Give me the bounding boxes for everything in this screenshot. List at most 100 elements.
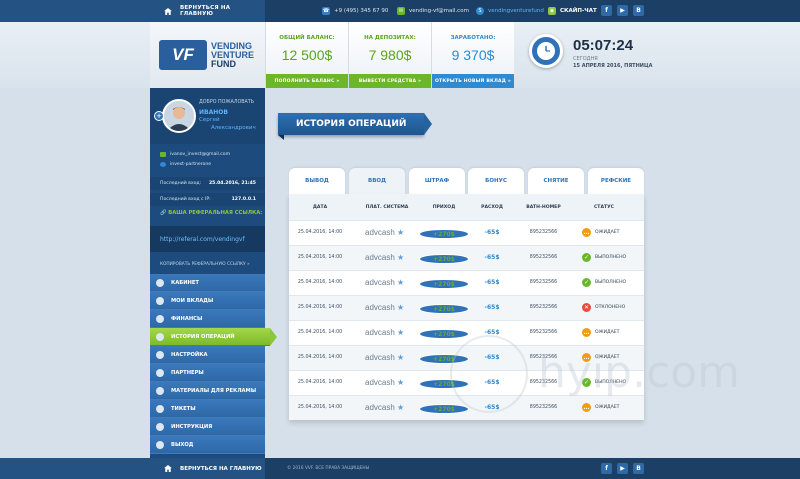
megaphone-icon (156, 387, 164, 395)
vk-icon[interactable]: B (633, 463, 644, 474)
watermark-logo (450, 335, 528, 413)
payment-system-name: advcash (365, 378, 395, 387)
youtube-icon[interactable]: ▶ (617, 5, 628, 16)
cell-expense: -65$ (484, 229, 500, 236)
sidebar-item-promo[interactable]: МАТЕРИАЛЫ ДЛЯ РЕКЛАМЫ (150, 382, 265, 400)
star-icon: ★ (397, 378, 405, 387)
wallet-icon (156, 315, 164, 323)
sidebar-item-deposits[interactable]: МОИ ВКЛАДЫ (150, 292, 265, 310)
facebook-icon[interactable]: f (601, 463, 612, 474)
logo[interactable]: VF VENDING VENTURE FUND (150, 22, 265, 88)
user-icon (156, 279, 164, 287)
payment-system-name: advcash (365, 228, 395, 237)
partners-icon (156, 369, 164, 377)
clock-time: 05:07:24 (573, 37, 634, 54)
payment-system-name: advcash (365, 253, 395, 262)
top-bar: ВЕРНУТЬСЯ НА ГЛАВНУЮ ☎ +9 (495) 345 67 9… (0, 0, 800, 22)
welcome-text: ДОБРО ПОЖАЛОВАТЬ (199, 100, 255, 105)
sidebar-item-label: КАБИНЕТ (171, 279, 199, 286)
payment-system-name: advcash (365, 353, 395, 362)
phone-icon: ☎ (322, 7, 330, 15)
withdraw-button[interactable]: ВЫВЕСТИ СРЕДСТВА » (349, 74, 431, 88)
cell-batch: 895232566 (529, 280, 558, 285)
home-icon (164, 465, 172, 472)
cell-income: +270$ (419, 254, 469, 264)
watermark: hyip.com (450, 335, 750, 415)
email-contact[interactable]: ✉ vending-vf@mail.com (397, 0, 469, 22)
referral-link[interactable]: http://referal.com/vendingvf (150, 226, 265, 252)
new-deposit-button[interactable]: ОТКРЫТЬ НОВЫЙ ВКЛАД » (432, 74, 514, 88)
tab-withdraw[interactable]: ВЫВОД (289, 168, 345, 194)
cell-expense: -65$ (484, 254, 500, 261)
facebook-icon[interactable]: f (601, 5, 612, 16)
payment-system-name: advcash (365, 328, 395, 337)
clock-date: 15 АПРЕЛЯ 2016, ПЯТНИЦА (573, 63, 653, 69)
avatar[interactable] (162, 99, 196, 133)
book-icon (156, 423, 164, 431)
status-done-icon: ✓ (582, 253, 591, 262)
column-header: BATH-НОМЕР (526, 205, 561, 210)
column-header: ПРИХОД (432, 205, 456, 210)
referral-title-text: ВАША РЕФЕРАЛЬНАЯ ССЫЛКА: (168, 210, 263, 216)
tab-bonus[interactable]: БОНУС (468, 168, 524, 194)
footer-home-link[interactable]: ВЕРНУТЬСЯ НА ГЛАВНУЮ (0, 458, 265, 479)
skype-contact[interactable]: S vendingventurefund (476, 0, 544, 22)
table-row: 25.04.2016, 14:00 advcash ★ +270$ -65$ 89523… (289, 295, 644, 320)
profile-skype-text: invest-partnerone (170, 162, 212, 167)
status-badge: ✓ ВЫПОЛНЕНО (582, 278, 626, 287)
vk-icon[interactable]: B (633, 5, 644, 16)
status-text: ВЫПОЛНЕНО (595, 255, 627, 260)
sidebar-item-logout[interactable]: ВЫХОД (150, 436, 265, 454)
sidebar-item-history[interactable]: ИСТОРИЯ ОПЕРАЦИЙ (150, 328, 277, 346)
cell-income: +270$ (419, 229, 469, 239)
status-done-icon: ✓ (582, 278, 591, 287)
profile-skype: invest-partnerone (160, 162, 211, 167)
logout-icon (156, 441, 164, 449)
last-login-value: 25.04.2016, 21:45 (208, 181, 256, 186)
sidebar-item-cabinet[interactable]: КАБИНЕТ (150, 274, 265, 292)
home-icon (164, 7, 172, 15)
tab-referral[interactable]: РЕФСКИЕ (588, 168, 644, 194)
chat-link[interactable]: ◉ СКАЙП-ЧАТ (548, 0, 597, 22)
top-up-button[interactable]: ПОПОЛНИТЬ БАЛАНС » (266, 74, 348, 88)
add-photo-button[interactable]: + (154, 111, 164, 121)
sidebar-item-label: ИСТОРИЯ ОПЕРАЦИЙ (171, 333, 235, 340)
tab-penalty[interactable]: ШТРАФ (409, 168, 465, 194)
sidebar-item-finance[interactable]: ФИНАНСЫ (150, 310, 265, 328)
skype-icon: S (476, 7, 484, 15)
sidebar: + ДОБРО ПОЖАЛОВАТЬ ИВАНОВ Сергей Алексан… (150, 88, 277, 458)
cell-expense: -65$ (484, 279, 500, 286)
tab-withdrawal[interactable]: СНЯТИЕ (528, 168, 584, 194)
table-row: 25.04.2016, 14:00 advcash ★ +270$ -65$ 89523… (289, 270, 644, 295)
clock-face (537, 42, 555, 60)
logo-text: VENDING VENTURE FUND (211, 41, 254, 69)
sidebar-item-tickets[interactable]: ТИКЕТЫ (150, 400, 265, 418)
clock-panel: 05:07:24 СЕГОДНЯ 15 АПРЕЛЯ 2016, ПЯТНИЦА (515, 22, 800, 88)
tab-deposit[interactable]: ВВОД (349, 168, 405, 194)
status-text: ВЫПОЛНЕНО (595, 280, 627, 285)
payment-system-name: advcash (365, 278, 395, 287)
footer-home-label: ВЕРНУТЬСЯ НА ГЛАВНУЮ (180, 465, 262, 472)
payment-system: advcash ★ (365, 303, 404, 312)
copy-referral-button[interactable]: КОПИРОВАТЬ РЕФЕРАЛЬНУЮ ССЫЛКУ » (150, 258, 265, 270)
column-header: РАСХОД (481, 205, 503, 210)
user-last-name: ИВАНОВ (199, 109, 228, 116)
cell-batch: 895232566 (529, 255, 558, 260)
sidebar-item-settings[interactable]: НАСТРОЙКА (150, 346, 265, 364)
cell-expense: -65$ (484, 304, 500, 311)
sidebar-item-partners[interactable]: ПАРТНЕРЫ (150, 364, 265, 382)
status-rejected-icon: ✕ (582, 303, 591, 312)
column-header: ПЛАТ. СИСТЕМА (365, 205, 409, 210)
page-title: ИСТОРИЯ ОПЕРАЦИЙ (278, 113, 433, 135)
sidebar-menu: КАБИНЕТ МОИ ВКЛАДЫ ФИНАНСЫ ИСТОРИЯ ОПЕРА… (150, 274, 277, 454)
table-header: ДАТА ПЛАТ. СИСТЕМА ПРИХОД РАСХОД BATH-НО… (289, 194, 644, 220)
home-link[interactable]: ВЕРНУТЬСЯ НА ГЛАВНУЮ (0, 0, 265, 22)
payment-system: advcash ★ (365, 353, 404, 362)
email-text: vending-vf@mail.com (409, 8, 469, 14)
youtube-icon[interactable]: ▶ (617, 463, 628, 474)
sidebar-item-label: МАТЕРИАЛЫ ДЛЯ РЕКЛАМЫ (171, 387, 257, 394)
sidebar-item-label: ИНСТРУКЦИЯ (171, 423, 213, 430)
stat-label: ОБЩИЙ БАЛАНС: (279, 35, 335, 41)
payment-system-name: advcash (365, 303, 395, 312)
sidebar-item-instruction[interactable]: ИНСТРУКЦИЯ (150, 418, 265, 436)
